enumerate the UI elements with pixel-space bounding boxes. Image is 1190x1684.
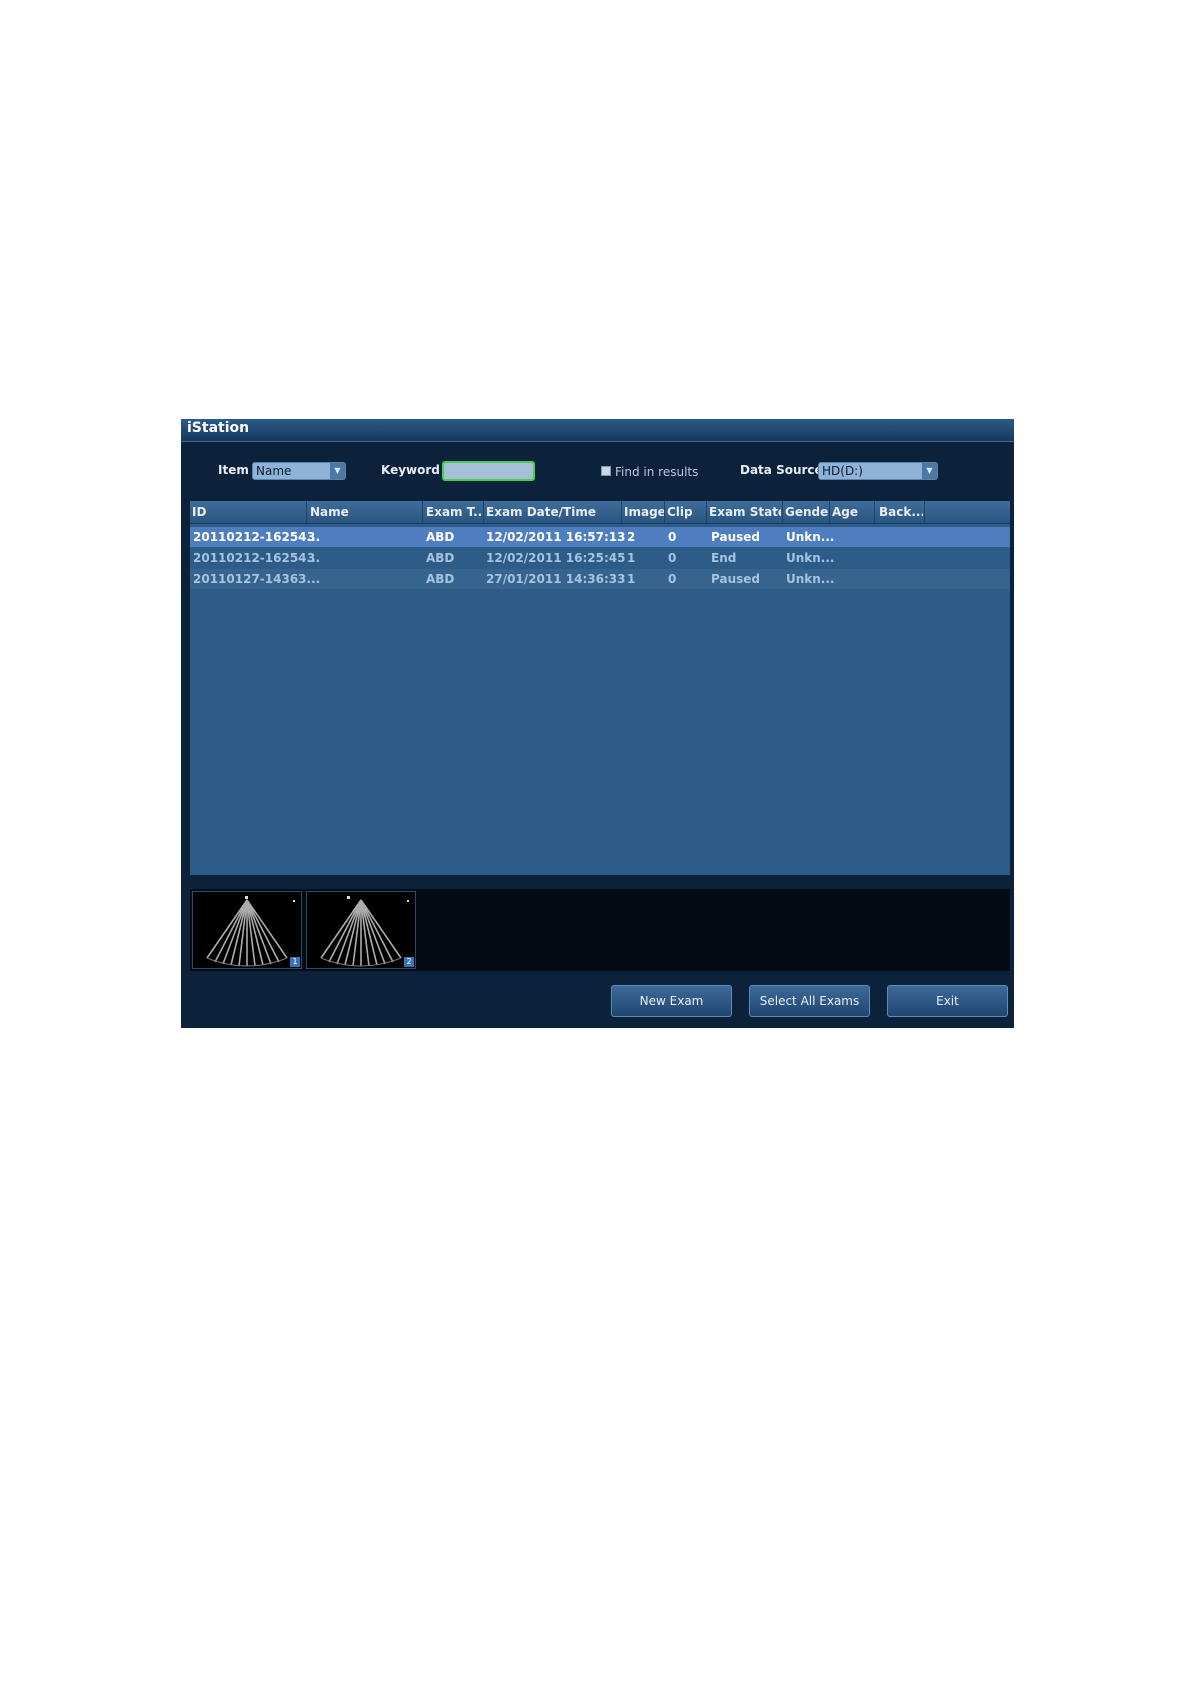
thumbnail-index: 2 [404, 957, 414, 967]
item-dropdown-value: Name [256, 464, 292, 478]
ultrasound-fan-image [206, 896, 295, 967]
thumbnail-index: 1 [290, 957, 300, 967]
find-in-results-checkbox[interactable] [601, 466, 611, 476]
cell-gender: Unkn... [786, 530, 835, 544]
cell-clip: 0 [668, 530, 677, 544]
cell-name: 3 [307, 530, 316, 544]
window-title: iStation [187, 420, 250, 436]
table-row[interactable]: 20110212-16254... 3 ABD 12/02/2011 16:25… [190, 548, 1010, 568]
data-source-label: Data Source [740, 463, 823, 477]
keyword-input[interactable] [442, 461, 535, 481]
cell-image: 1 [627, 551, 636, 565]
data-source-value: HD(D:) [822, 464, 863, 478]
column-header-name[interactable]: Name [310, 505, 420, 519]
column-header-clip[interactable]: Clip [667, 505, 703, 519]
column-divider[interactable] [306, 501, 307, 523]
cell-datetime: 12/02/2011 16:57:13 [486, 530, 626, 544]
cell-name: 3 [307, 551, 316, 565]
column-divider[interactable] [483, 501, 484, 523]
title-bar: iStation [181, 419, 1014, 442]
select-all-exams-button[interactable]: Select All Exams [749, 985, 870, 1017]
cell-gender: Unkn... [786, 551, 835, 565]
column-header-exam-datetime[interactable]: Exam Date/Time [486, 505, 616, 519]
column-header-backup[interactable]: Back... [879, 505, 923, 519]
item-dropdown[interactable]: Name ▼ [252, 462, 346, 480]
image-thumbnail[interactable]: 1 [192, 891, 302, 969]
cell-state: Paused [711, 530, 760, 544]
column-header-exam-type[interactable]: Exam T... [426, 505, 484, 519]
column-divider[interactable] [422, 501, 423, 523]
column-header-exam-state[interactable]: Exam State [709, 505, 781, 519]
cell-exam-type: ABD [426, 551, 455, 565]
cell-datetime: 12/02/2011 16:25:45 [486, 551, 626, 565]
cell-id: 20110212-16254... [193, 530, 321, 544]
exam-table: ID Name Exam T... Exam Date/Time Image C… [190, 501, 1010, 875]
new-exam-button[interactable]: New Exam [611, 985, 732, 1017]
exit-button[interactable]: Exit [887, 985, 1008, 1017]
column-divider[interactable] [664, 501, 665, 523]
chevron-down-icon[interactable]: ▼ [922, 463, 937, 479]
column-header-age[interactable]: Age [832, 505, 872, 519]
cell-image: 2 [627, 530, 636, 544]
cell-state: End [711, 551, 737, 565]
item-label: Item [218, 463, 249, 477]
cell-gender: Unkn... [786, 572, 835, 586]
cell-image: 1 [627, 572, 636, 586]
cell-exam-type: ABD [426, 530, 455, 544]
data-source-dropdown[interactable]: HD(D:) ▼ [818, 462, 938, 480]
image-thumbnail[interactable]: 2 [306, 891, 416, 969]
column-header-image[interactable]: Image [624, 505, 664, 519]
table-header: ID Name Exam T... Exam Date/Time Image C… [190, 501, 1010, 524]
chevron-down-icon[interactable]: ▼ [330, 463, 345, 479]
cell-clip: 0 [668, 572, 677, 586]
istation-window: iStation Item Name ▼ Keyword Find in res… [181, 419, 1014, 1028]
keyword-label: Keyword [381, 463, 440, 477]
cell-id: 20110127-14363... [193, 572, 321, 586]
column-divider[interactable] [782, 501, 783, 523]
column-divider[interactable] [829, 501, 830, 523]
cell-clip: 0 [668, 551, 677, 565]
column-header-id[interactable]: ID [192, 505, 297, 519]
column-divider[interactable] [706, 501, 707, 523]
column-divider[interactable] [874, 501, 875, 523]
column-header-gender[interactable]: Gender [785, 505, 829, 519]
column-divider[interactable] [621, 501, 622, 523]
cell-state: Paused [711, 572, 760, 586]
table-row[interactable]: 20110212-16254... 3 ABD 12/02/2011 16:57… [190, 527, 1010, 547]
table-row[interactable]: 20110127-14363... ABD 27/01/2011 14:36:3… [190, 569, 1010, 589]
thumbnail-strip: 1 2 [190, 889, 1010, 971]
column-divider[interactable] [924, 501, 925, 523]
cell-datetime: 27/01/2011 14:36:33 [486, 572, 626, 586]
cell-exam-type: ABD [426, 572, 455, 586]
cell-id: 20110212-16254... [193, 551, 321, 565]
find-in-results-label: Find in results [615, 465, 699, 479]
ultrasound-fan-image [320, 896, 409, 967]
